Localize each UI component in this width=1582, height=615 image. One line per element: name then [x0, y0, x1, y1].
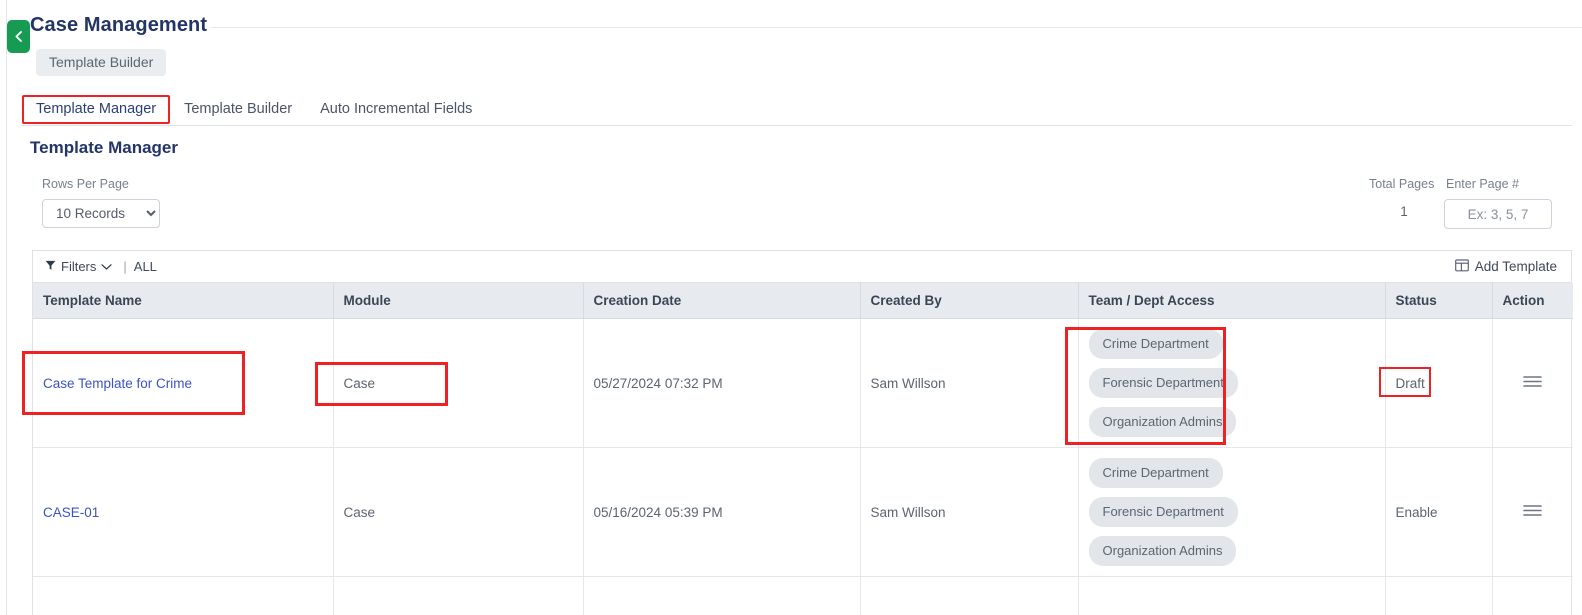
cell-module: Case — [333, 447, 584, 577]
table-row: Crime Department — [33, 576, 1573, 615]
title-divider — [210, 27, 1582, 28]
cell-team-dept-access: Crime Department — [1078, 576, 1386, 615]
app-root: Case Management Template Builder Templat… — [0, 0, 1582, 615]
add-template-button[interactable]: Add Template — [1454, 258, 1559, 275]
cell-creation-date: 05/27/2024 07:32 PM — [583, 318, 861, 448]
breadcrumb-chip[interactable]: Template Builder — [36, 49, 167, 76]
cell-creation-date — [583, 576, 861, 615]
column-header-creation-date[interactable]: Creation Date — [583, 283, 861, 319]
cell-status: Enable — [1385, 447, 1493, 577]
table-header-row: Template Name Module Creation Date Creat… — [33, 283, 1573, 319]
cell-module — [333, 576, 584, 615]
access-chip: Organization Admins — [1088, 407, 1237, 437]
cell-status — [1385, 576, 1493, 615]
cell-created-by: Sam Willson — [860, 447, 1079, 577]
access-chip: Crime Department — [1088, 458, 1223, 488]
cell-action — [1492, 576, 1573, 615]
table-toolbar: Filters | ALL Add Template — [33, 251, 1571, 283]
column-header-template-name[interactable]: Template Name — [33, 283, 334, 319]
hamburger-menu-icon[interactable] — [1523, 375, 1543, 391]
template-name-link[interactable]: Case Template for Crime — [43, 376, 192, 391]
cell-team-dept-access: Crime Department Forensic Department Org… — [1078, 447, 1386, 577]
cell-module: Case — [333, 318, 584, 448]
enter-page-input[interactable] — [1444, 199, 1552, 229]
column-header-module[interactable]: Module — [333, 283, 584, 319]
template-table-panel: Filters | ALL Add Template Template Name… — [32, 250, 1573, 615]
tab-template-manager[interactable]: Template Manager — [22, 97, 170, 125]
toolbar-separator: | — [123, 259, 127, 274]
chevron-down-icon — [101, 259, 112, 274]
rows-per-page-label: Rows Per Page — [42, 177, 129, 191]
cell-created-by — [860, 576, 1079, 615]
template-table: Template Name Module Creation Date Creat… — [33, 283, 1573, 615]
page-title: Case Management — [30, 14, 208, 36]
table-layout-icon — [1454, 258, 1469, 275]
filters-label: Filters — [61, 259, 97, 274]
rows-per-page-select[interactable]: 10 Records 25 Records 50 Records 100 Rec… — [42, 199, 160, 228]
filter-all-link[interactable]: ALL — [134, 259, 157, 274]
table-row: Case Template for Crime Case 05/27/2024 … — [33, 318, 1573, 448]
template-name-link[interactable]: CASE-01 — [43, 505, 99, 520]
add-template-label: Add Template — [1474, 259, 1557, 274]
section-title: Template Manager — [30, 138, 179, 157]
cell-status: Draft — [1385, 318, 1493, 448]
cell-template-name: Case Template for Crime — [33, 318, 334, 448]
cell-template-name — [33, 576, 334, 615]
cell-action — [1492, 447, 1573, 577]
cell-creation-date: 05/16/2024 05:39 PM — [583, 447, 861, 577]
cell-team-dept-access: Crime Department Forensic Department Org… — [1078, 318, 1386, 448]
access-chip: Forensic Department — [1088, 368, 1238, 398]
cell-template-name: CASE-01 — [33, 447, 334, 577]
chevron-left-icon — [13, 30, 24, 43]
total-pages-label: Total Pages — [1369, 177, 1435, 191]
access-chip: Forensic Department — [1088, 497, 1238, 527]
total-pages-value: 1 — [1400, 204, 1408, 219]
tab-bar: Template Manager Template Builder Auto I… — [22, 94, 1572, 126]
cell-created-by: Sam Willson — [860, 318, 1079, 448]
tab-auto-incremental-fields[interactable]: Auto Incremental Fields — [306, 97, 486, 125]
left-rail — [0, 0, 7, 615]
filters-button[interactable]: Filters — [45, 259, 112, 274]
column-header-action[interactable]: Action — [1492, 283, 1573, 319]
tab-template-builder[interactable]: Template Builder — [170, 97, 306, 125]
column-header-team-dept-access[interactable]: Team / Dept Access — [1078, 283, 1386, 319]
column-header-status[interactable]: Status — [1385, 283, 1493, 319]
back-button[interactable] — [7, 20, 30, 53]
cell-action — [1492, 318, 1573, 448]
hamburger-menu-icon[interactable] — [1523, 504, 1543, 520]
table-row: CASE-01 Case 05/16/2024 05:39 PM Sam Wil… — [33, 447, 1573, 577]
access-chip: Organization Admins — [1088, 536, 1237, 566]
funnel-icon — [45, 259, 56, 274]
access-chip: Crime Department — [1088, 329, 1223, 359]
enter-page-label: Enter Page # — [1446, 177, 1519, 191]
column-header-created-by[interactable]: Created By — [860, 283, 1079, 319]
